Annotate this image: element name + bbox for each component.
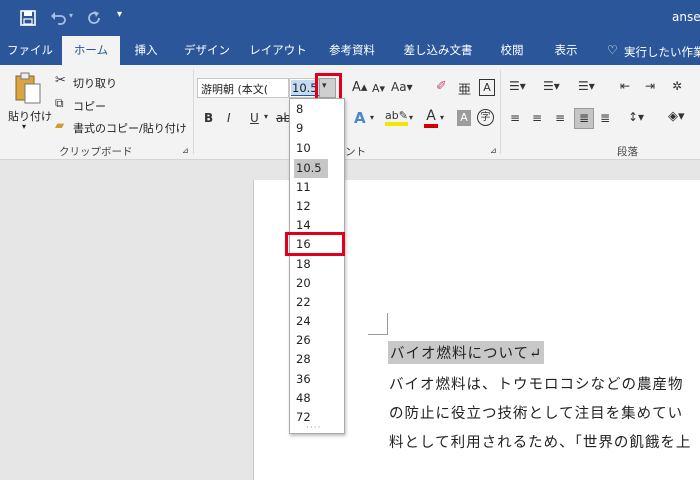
decrease-indent-icon[interactable]: ⇤ <box>620 79 630 93</box>
lightbulb-icon: ♡ <box>607 43 618 57</box>
ribbon-tabs: ファイル ホーム 挿入 デザイン レイアウト 参考資料 差し込み文書 校閲 表示… <box>0 36 700 65</box>
increase-indent-icon[interactable]: ⇥ <box>645 79 655 93</box>
title-bar: ▾ ▾ anse <box>0 0 700 36</box>
font-size-option-selected[interactable]: 10.5 <box>294 159 328 178</box>
enclose-characters-icon[interactable]: 字 <box>477 109 494 126</box>
underline-button[interactable]: U <box>250 111 259 125</box>
format-painter-icon: ▰ <box>55 118 65 132</box>
text-effects-icon[interactable]: A <box>354 109 366 127</box>
document-line[interactable]: バイオ燃料は、トウモロコシなどの農産物 <box>389 373 684 394</box>
tab-view[interactable]: 表示 <box>546 36 586 65</box>
resize-grip-icon[interactable]: ···· <box>306 423 321 433</box>
font-group-label: ント <box>345 146 366 158</box>
line-spacing-icon[interactable]: ↕▾ <box>628 110 644 124</box>
cut-icon: ✂ <box>55 73 66 88</box>
shading-icon[interactable]: ◈▾ <box>668 109 685 124</box>
undo-dropdown-icon[interactable]: ▾ <box>69 11 73 20</box>
tab-mailings[interactable]: 差し込み文書 <box>396 36 480 65</box>
font-size-option[interactable]: 24 <box>294 312 328 331</box>
tab-references[interactable]: 参考資料 <box>322 36 382 65</box>
underline-dropdown-icon[interactable]: ▾ <box>264 112 268 121</box>
clear-formatting-icon[interactable]: ✐ <box>436 79 447 94</box>
align-center-icon[interactable]: ≡ <box>532 111 542 125</box>
font-size-option[interactable]: 48 <box>294 389 328 408</box>
character-shading-icon[interactable]: A <box>457 110 471 126</box>
paste-icon[interactable] <box>13 72 43 104</box>
font-size-option[interactable]: 11 <box>294 178 328 197</box>
copy-icon: ⧉ <box>55 96 64 110</box>
save-icon[interactable] <box>20 10 36 26</box>
font-size-option[interactable]: 12 <box>294 197 328 216</box>
group-divider <box>500 70 501 154</box>
italic-button[interactable]: I <box>227 111 231 125</box>
document-title: anse <box>672 10 700 24</box>
document-heading[interactable]: バイオ燃料について↵ <box>388 341 545 364</box>
paste-dropdown-icon[interactable]: ▾ <box>22 122 26 131</box>
bold-button[interactable]: B <box>204 111 213 125</box>
align-right-icon[interactable]: ≡ <box>555 111 565 125</box>
font-size-option[interactable]: 36 <box>294 370 328 389</box>
font-size-option[interactable]: 20 <box>294 274 328 293</box>
align-left-icon[interactable]: ≡ <box>510 111 520 125</box>
document-line[interactable]: 料として利用されるため、「世界の飢餓を上 <box>389 431 691 452</box>
font-size-option[interactable]: 8 <box>294 100 328 119</box>
asian-layout-icon[interactable]: ✲ <box>672 79 682 93</box>
justify-icon[interactable]: ≣ <box>574 108 594 129</box>
font-size-option[interactable]: 26 <box>294 331 328 350</box>
format-painter-button[interactable]: 書式のコピー/貼り付け <box>73 120 187 136</box>
undo-icon[interactable] <box>50 10 68 26</box>
highlight-color-icon[interactable]: ab✎ <box>385 109 408 126</box>
clipboard-launcher-icon[interactable]: ⊿ <box>182 146 189 155</box>
tab-home[interactable]: ホーム <box>62 36 120 65</box>
font-size-dropdown-list: 8 9 10 10.5 11 12 14 16 18 20 22 24 26 2… <box>289 98 345 434</box>
paste-button[interactable]: 貼り付け <box>8 108 52 124</box>
grow-font-icon[interactable]: A▴ <box>352 80 367 95</box>
phonetic-guide-icon[interactable]: 亜 <box>458 79 471 98</box>
font-size-option[interactable]: 18 <box>294 255 328 274</box>
character-border-icon[interactable]: A <box>479 79 495 96</box>
text-effects-dropdown-icon[interactable]: ▾ <box>370 113 374 122</box>
group-divider <box>193 70 194 154</box>
highlight-dropdown-icon[interactable]: ▾ <box>409 113 413 122</box>
numbering-icon[interactable]: ☰▾ <box>543 79 560 93</box>
multilevel-list-icon[interactable]: ☰▾ <box>578 79 595 93</box>
document-line[interactable]: の防止に役立つ技術として注目を集めてい <box>389 402 683 423</box>
bullets-icon[interactable]: ☰▾ <box>509 79 526 93</box>
font-size-option[interactable]: 28 <box>294 350 328 369</box>
paragraph-group-label: 段落 <box>617 146 638 158</box>
margin-corner-mark <box>387 313 388 335</box>
font-name-value: 游明朝 (本文( <box>201 83 269 96</box>
font-size-option[interactable]: 9 <box>294 119 328 138</box>
font-launcher-icon[interactable]: ⊿ <box>490 146 497 155</box>
option-16-highlight <box>285 232 345 256</box>
tab-layout[interactable]: レイアウト <box>248 36 308 65</box>
cut-button[interactable]: 切り取り <box>73 75 117 91</box>
font-size-option[interactable]: 10 <box>294 139 328 158</box>
tab-review[interactable]: 校閲 <box>492 36 532 65</box>
font-color-dropdown-icon[interactable]: ▾ <box>440 113 444 122</box>
shrink-font-icon[interactable]: A▾ <box>372 82 385 95</box>
tab-design[interactable]: デザイン <box>178 36 236 65</box>
margin-corner-mark <box>368 334 388 335</box>
font-color-icon[interactable]: A <box>424 108 438 128</box>
change-case-icon[interactable]: Aa▾ <box>391 80 413 94</box>
distributed-icon[interactable]: ≣ <box>600 111 610 125</box>
tab-file[interactable]: ファイル <box>4 36 56 65</box>
copy-button[interactable]: コピー <box>73 98 106 114</box>
tell-me-box[interactable]: 実行したい作業 <box>624 44 700 60</box>
customize-toolbar-icon[interactable]: ▾ <box>117 9 122 20</box>
clipboard-group-label: クリップボード <box>59 146 133 158</box>
tab-insert[interactable]: 挿入 <box>126 36 166 65</box>
font-size-option[interactable]: 22 <box>294 293 328 312</box>
redo-icon[interactable] <box>86 10 102 26</box>
